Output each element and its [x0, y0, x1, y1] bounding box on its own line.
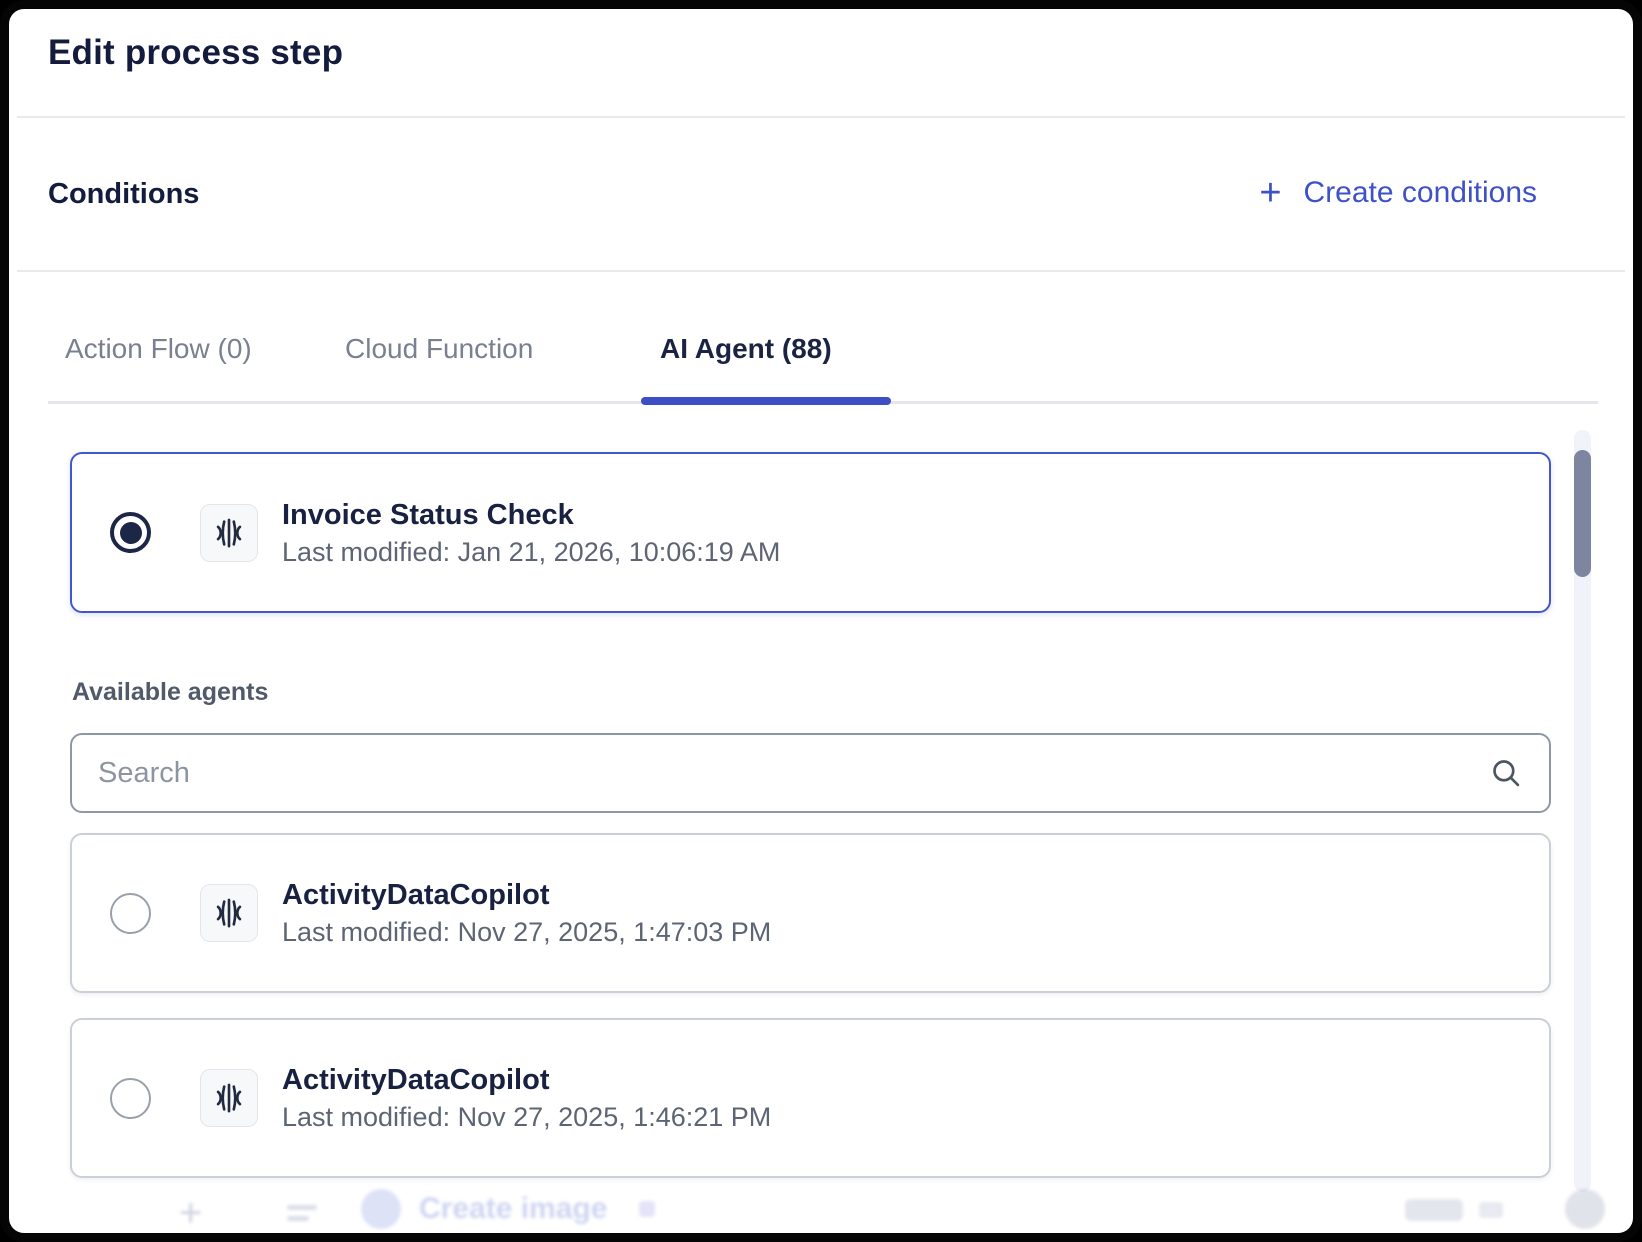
ghost-caret-icon — [639, 1201, 655, 1217]
agent-icon-box — [200, 1069, 258, 1127]
agent-last-modified: Last modified: Nov 27, 2025, 1:46:21 PM — [282, 1100, 771, 1134]
create-conditions-button[interactable]: + Create conditions — [1259, 174, 1537, 212]
section-divider — [17, 270, 1625, 272]
agent-icon-box — [200, 504, 258, 562]
agent-option-invoice-status-check[interactable]: Invoice Status Check Last modified: Jan … — [70, 452, 1551, 613]
plus-icon: + — [1259, 174, 1281, 212]
soundwave-icon — [208, 1077, 250, 1119]
agent-name: Invoice Status Check — [282, 497, 780, 534]
radio-selected[interactable] — [110, 512, 151, 553]
available-agents-label: Available agents — [72, 678, 268, 707]
ghost-settings-icon — [287, 1199, 317, 1227]
ghost-plus-icon: + — [179, 1191, 202, 1233]
search-input[interactable] — [72, 735, 1489, 811]
edit-process-step-dialog: Edit process step Conditions + Create co… — [9, 9, 1633, 1233]
tab-ai-agent[interactable]: AI Agent (88) — [660, 333, 832, 365]
soundwave-icon — [208, 512, 250, 554]
ghost-globe-icon — [361, 1189, 401, 1229]
soundwave-icon — [208, 892, 250, 934]
active-tab-underline — [641, 397, 891, 405]
agent-icon-box — [200, 884, 258, 942]
ghost-create-image-label: Create image — [419, 1192, 607, 1226]
agent-option-activitydatacopilot-1[interactable]: ActivityDataCopilot Last modified: Nov 2… — [70, 833, 1551, 993]
ghost-model-selector — [1405, 1199, 1503, 1221]
create-conditions-label: Create conditions — [1304, 176, 1537, 210]
radio-unselected[interactable] — [110, 1078, 151, 1119]
tab-cloud-function[interactable]: Cloud Function — [345, 333, 533, 365]
ghost-avatar — [1565, 1189, 1605, 1229]
conditions-label: Conditions — [48, 178, 199, 211]
agent-last-modified: Last modified: Nov 27, 2025, 1:47:03 PM — [282, 915, 771, 949]
screenshot-frame: Edit process step Conditions + Create co… — [0, 0, 1642, 1242]
ghost-create-image-button: Create image — [361, 1189, 655, 1229]
radio-dot — [120, 522, 142, 544]
tab-action-flow[interactable]: Action Flow (0) — [65, 333, 252, 365]
agent-name: ActivityDataCopilot — [282, 877, 771, 914]
agent-search-box — [70, 733, 1551, 813]
radio-unselected[interactable] — [110, 893, 151, 934]
header-divider — [17, 116, 1625, 118]
agent-name: ActivityDataCopilot — [282, 1062, 771, 1099]
search-icon — [1489, 756, 1523, 790]
agent-option-activitydatacopilot-2[interactable]: ActivityDataCopilot Last modified: Nov 2… — [70, 1018, 1551, 1178]
agent-last-modified: Last modified: Jan 21, 2026, 10:06:19 AM — [282, 535, 780, 569]
scrollbar-thumb[interactable] — [1574, 450, 1591, 577]
page-title: Edit process step — [48, 33, 343, 73]
